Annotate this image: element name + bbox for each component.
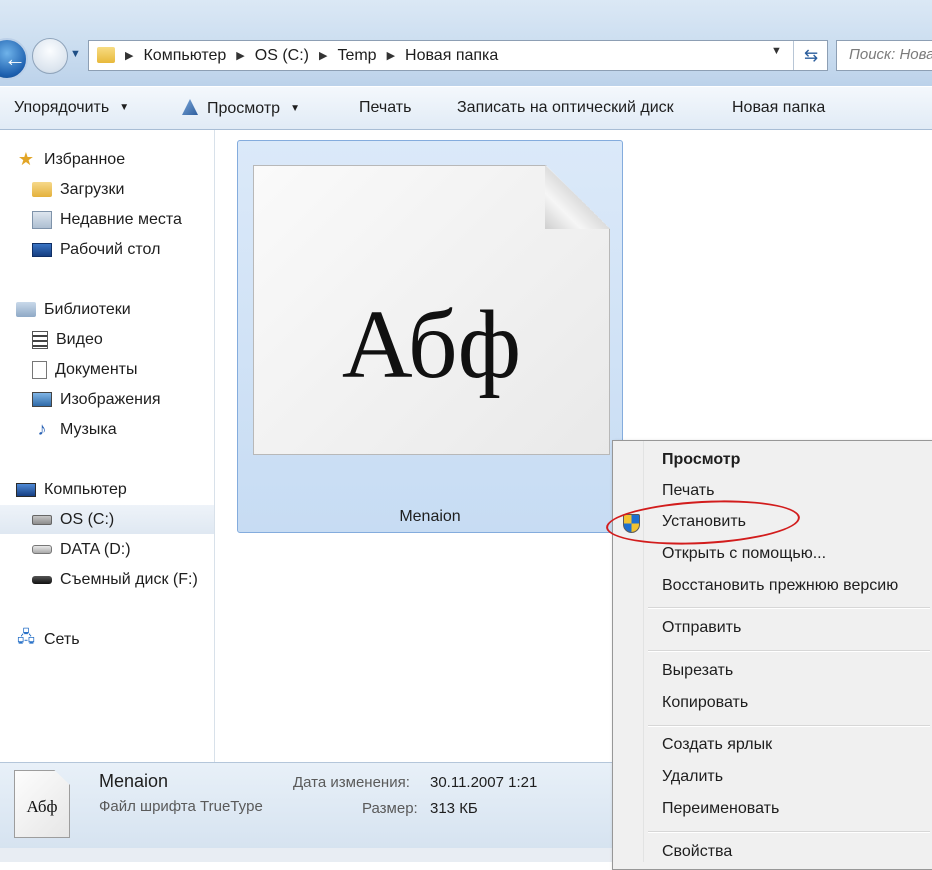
nav-label: Компьютер [44, 480, 127, 498]
nav-item-libraries[interactable]: Библиотеки [0, 295, 214, 324]
removable-drive-icon [32, 575, 52, 584]
video-icon [32, 330, 48, 349]
network-icon: 🖧 [17, 629, 35, 646]
nav-label: Сеть [44, 630, 80, 648]
nav-item-drive-d[interactable]: DATA (D:) [0, 535, 214, 564]
menu-separator [648, 725, 930, 727]
breadcrumb-new-folder[interactable]: Новая папка [405, 47, 498, 65]
address-field[interactable]: ▶ Компьютер ▶ OS (C:) ▶ Temp ▶ Новая пап… [88, 40, 828, 71]
chevron-right-icon[interactable]: ▶ [125, 49, 133, 62]
refresh-button[interactable]: ⇆ [793, 41, 828, 70]
breadcrumb-drive-c[interactable]: OS (C:) [255, 47, 309, 65]
nav-item-drive-c[interactable]: OS (C:) [0, 505, 214, 534]
details-file-name: Menaion [99, 771, 169, 791]
menu-item-open-with[interactable]: Открыть с помощью... [662, 545, 826, 563]
new-folder-button[interactable]: Новая папка [732, 99, 825, 117]
menu-separator [648, 607, 930, 609]
menu-item-copy[interactable]: Копировать [662, 694, 748, 712]
details-size-label: Размер: [362, 800, 418, 817]
nav-label: Документы [55, 360, 138, 378]
nav-label: Библиотеки [44, 300, 131, 318]
menu-item-send-to[interactable]: Отправить [662, 619, 741, 637]
menu-item-print[interactable]: Печать [662, 482, 714, 500]
menu-item-preview[interactable]: Просмотр [662, 451, 740, 469]
breadcrumb-computer[interactable]: Компьютер [143, 47, 226, 65]
nav-label: OS (C:) [60, 510, 115, 528]
music-icon: ♪ [37, 419, 47, 439]
breadcrumb-temp[interactable]: Temp [337, 47, 376, 65]
recent-places-icon [32, 210, 52, 229]
nav-item-favorites[interactable]: ★ Избранное [0, 145, 214, 174]
picture-icon [32, 392, 52, 407]
refresh-icon: ⇆ [803, 45, 819, 65]
nav-item-network[interactable]: 🖧 Сеть [0, 625, 214, 654]
view-icon [182, 99, 198, 115]
view-label: Просмотр [207, 100, 281, 117]
nav-label: Изображения [60, 390, 161, 408]
menu-item-delete[interactable]: Удалить [662, 768, 723, 786]
star-icon: ★ [17, 149, 35, 169]
menu-item-restore-previous[interactable]: Восстановить прежнюю версию [662, 577, 898, 595]
nav-label: Видео [56, 330, 103, 348]
menu-item-rename[interactable]: Переименовать [662, 800, 779, 818]
details-size-value: 313 КБ [430, 800, 478, 817]
chevron-down-icon: ▼ [119, 102, 130, 113]
nav-item-pictures[interactable]: Изображения [0, 385, 214, 414]
status-strip [0, 848, 612, 862]
menu-item-properties[interactable]: Свойства [662, 843, 732, 861]
libraries-icon [16, 302, 36, 317]
menu-separator [648, 650, 930, 652]
chevron-right-icon[interactable]: ▶ [387, 49, 395, 62]
menu-item-cut[interactable]: Вырезать [662, 662, 733, 680]
forward-button[interactable] [32, 38, 68, 74]
recent-pages-dropdown-icon[interactable]: ▼ [70, 48, 81, 60]
chevron-right-icon[interactable]: ▶ [236, 49, 244, 62]
nav-item-desktop[interactable]: Рабочий стол [0, 235, 214, 264]
document-icon [32, 360, 47, 379]
font-file-thumbnail: Абф [14, 770, 70, 838]
nav-label: DATA (D:) [60, 540, 131, 558]
menu-separator [648, 831, 930, 833]
print-button[interactable]: Печать [359, 99, 411, 117]
font-sample-text: Абф [341, 291, 522, 399]
file-name-label[interactable]: Menaion [237, 508, 623, 526]
downloads-folder-icon [32, 182, 52, 197]
nav-item-downloads[interactable]: Загрузки [0, 175, 214, 204]
nav-label: Рабочий стол [60, 240, 161, 258]
command-bar: Упорядочить ▼ Просмотр ▼ Печать Записать н… [0, 86, 932, 130]
menu-item-create-shortcut[interactable]: Создать ярлык [662, 736, 772, 754]
details-date-value: 30.11.2007 1:21 [430, 774, 538, 791]
desktop-icon [32, 242, 52, 257]
nav-item-drive-f[interactable]: Съемный диск (F:) [0, 565, 214, 594]
folder-icon [97, 47, 115, 63]
context-menu-icon-gutter [613, 441, 644, 862]
address-history-dropdown-icon[interactable]: ▼ [771, 45, 782, 57]
view-button[interactable]: Просмотр ▼ [182, 99, 300, 118]
burn-disc-button[interactable]: Записать на оптический диск [457, 99, 674, 117]
organize-button[interactable]: Упорядочить ▼ [14, 99, 129, 117]
nav-item-documents[interactable]: Документы [0, 355, 214, 384]
nav-label: Недавние места [60, 210, 182, 228]
nav-item-recent[interactable]: Недавние места [0, 205, 214, 234]
nav-item-computer[interactable]: Компьютер [0, 475, 214, 504]
chevron-down-icon: ▼ [290, 103, 300, 114]
nav-label: Избранное [44, 150, 126, 168]
system-drive-icon [32, 514, 52, 525]
computer-icon [16, 482, 36, 497]
chevron-right-icon[interactable]: ▶ [319, 49, 327, 62]
details-file-type: Файл шрифта TrueType [99, 798, 263, 815]
nav-label: Музыка [60, 420, 117, 438]
search-input[interactable]: Поиск: Новая папка [836, 40, 932, 71]
nav-label: Загрузки [60, 180, 125, 198]
nav-label: Съемный диск (F:) [60, 570, 198, 588]
nav-item-video[interactable]: Видео [0, 325, 214, 354]
hard-drive-icon [32, 545, 52, 554]
nav-item-music[interactable]: ♪ Музыка [0, 415, 214, 444]
organize-label: Упорядочить [14, 99, 110, 116]
back-arrow-icon: ← [4, 46, 26, 71]
breadcrumb: ▶ Компьютер ▶ OS (C:) ▶ Temp ▶ Новая пап… [125, 41, 498, 70]
details-date-label: Дата изменения: [293, 774, 410, 791]
